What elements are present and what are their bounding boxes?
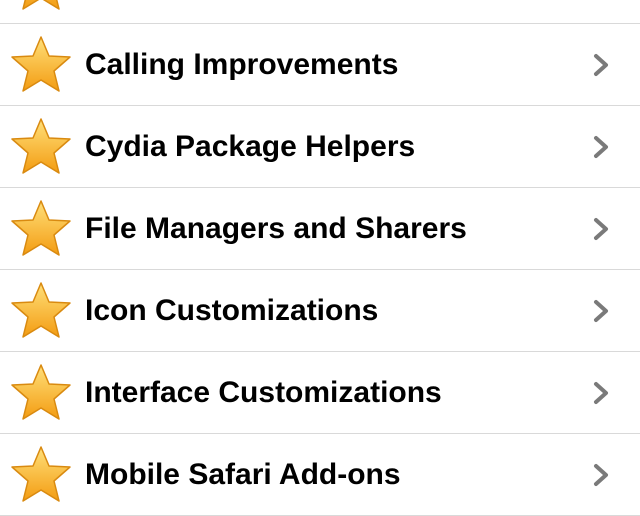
star-icon <box>10 0 72 11</box>
star-icon <box>10 117 72 175</box>
chevron-right-icon <box>590 381 612 405</box>
list-item-label: Icon Customizations <box>85 294 379 327</box>
list-item[interactable]: Mobile Safari Add-ons <box>0 434 640 516</box>
star-icon <box>10 281 72 339</box>
list-item-label: Cydia Package Helpers <box>85 130 416 163</box>
star-icon <box>10 35 72 93</box>
list-item[interactable]: Interface Customizations <box>0 352 640 434</box>
star-icon <box>10 445 72 503</box>
chevron-right-icon <box>590 217 612 241</box>
list-item[interactable]: File Managers and Sharers <box>0 188 640 270</box>
category-list: Calling Improvements Cydia Package Helpe… <box>0 0 640 516</box>
chevron-right-icon <box>590 135 612 159</box>
list-item-label: Calling Improvements <box>85 48 399 81</box>
list-item[interactable]: Calling Improvements <box>0 24 640 106</box>
chevron-right-icon <box>590 299 612 323</box>
list-item[interactable]: Cydia Package Helpers <box>0 106 640 188</box>
list-item-label: Mobile Safari Add-ons <box>85 458 401 491</box>
list-item[interactable]: Icon Customizations <box>0 270 640 352</box>
star-icon <box>10 363 72 421</box>
list-item-label: Interface Customizations <box>85 376 442 409</box>
star-icon <box>10 199 72 257</box>
chevron-right-icon <box>590 463 612 487</box>
chevron-right-icon <box>590 53 612 77</box>
list-item[interactable] <box>0 0 640 24</box>
list-item-label: File Managers and Sharers <box>85 212 467 245</box>
